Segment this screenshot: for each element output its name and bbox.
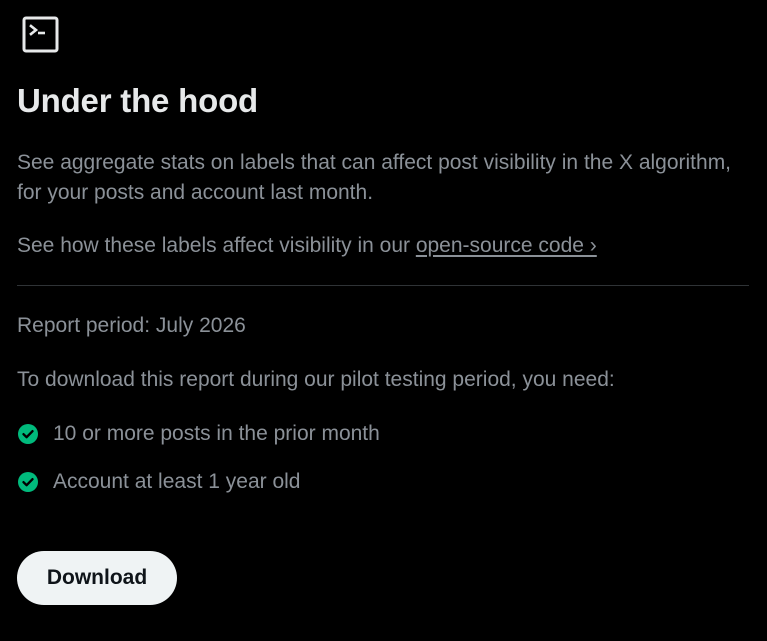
divider <box>17 285 749 286</box>
check-circle-icon <box>18 424 38 444</box>
requirement-item: Account at least 1 year old <box>17 467 300 497</box>
description-text: See aggregate stats on labels that can a… <box>17 151 732 204</box>
page-title: Under the hood <box>17 82 259 119</box>
under-the-hood-panel: Under the hood See aggregate stats on la… <box>0 0 767 641</box>
report-period: Report period: July 2026 <box>17 314 246 337</box>
requirements-intro: To download this report during our pilot… <box>17 368 615 391</box>
open-source-code-link[interactable]: open-source code › <box>416 234 597 257</box>
requirement-label: 10 or more posts in the prior month <box>53 422 380 445</box>
terminal-icon <box>22 16 59 53</box>
source-code-line: See how these labels affect visibility i… <box>17 231 747 261</box>
requirement-label: Account at least 1 year old <box>53 470 301 493</box>
check-circle-icon <box>18 472 38 492</box>
download-button[interactable]: Download <box>17 551 177 605</box>
source-code-prefix: See how these labels affect visibility i… <box>17 234 416 257</box>
requirement-item: 10 or more posts in the prior month <box>17 419 380 449</box>
